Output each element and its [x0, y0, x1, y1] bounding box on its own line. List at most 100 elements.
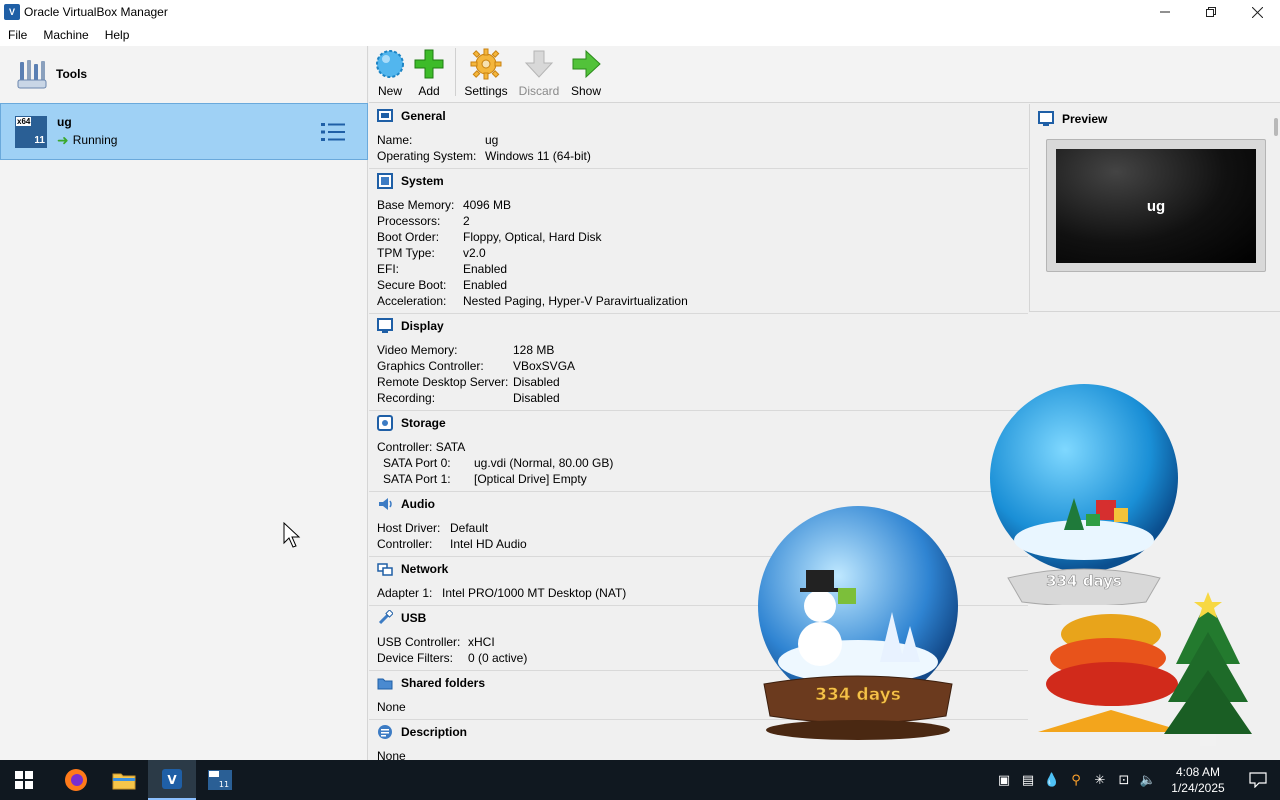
file-explorer-taskbar-button[interactable] [100, 760, 148, 800]
detail-key: Acceleration: [377, 294, 447, 308]
section-usb: USB USB Controller: xHCI Device Filters: 0… [369, 606, 1028, 671]
new-label: New [377, 84, 402, 98]
machine-list-panel: Tools x64 11 ug ➜ Running [0, 46, 368, 760]
menu-machine[interactable]: Machine [35, 28, 96, 42]
audio-icon [377, 496, 393, 512]
clock[interactable]: 4:08 AM 1/24/2025 [1160, 764, 1236, 796]
vm-window-taskbar-button[interactable]: 11 [196, 760, 244, 800]
preview-pane: Preview ug [1029, 104, 1280, 312]
close-button[interactable] [1234, 0, 1280, 24]
detail-value: 128 MB [513, 343, 555, 357]
section-storage: Storage Controller: SATA SATA Port 0: ug.… [369, 411, 1028, 492]
detail-value: [Optical Drive] Empty [474, 472, 587, 486]
detail-row: None [377, 748, 1028, 760]
preview-frame: ug [1046, 139, 1266, 272]
detail-row: Name: ug [377, 132, 1028, 148]
detail-row: Host Driver: Default [377, 520, 1028, 536]
add-button[interactable]: Add [409, 48, 449, 102]
section-title[interactable]: System [401, 174, 444, 188]
preview-screen: ug [1056, 149, 1256, 263]
virtualbox-icon: V [162, 769, 182, 789]
mouse-cursor-icon [283, 522, 301, 548]
menu-help[interactable]: Help [97, 28, 138, 42]
menu-file[interactable]: File [0, 28, 35, 42]
detail-key: Processors: [377, 214, 441, 228]
discard-arrow-icon [523, 48, 555, 80]
preview-screen-label: ug [1146, 197, 1166, 215]
settings-button[interactable]: Settings [462, 48, 510, 102]
network-status-icon[interactable]: ⊡ [1112, 760, 1136, 800]
detail-row: Recording: Disabled [377, 390, 1028, 406]
show-button[interactable]: Show [568, 48, 604, 102]
settings-label: Settings [464, 84, 508, 98]
section-title[interactable]: Audio [401, 497, 435, 511]
general-icon [377, 108, 393, 124]
section-title[interactable]: General [401, 109, 446, 123]
tray-snowflake-icon[interactable]: ✳ [1088, 760, 1112, 800]
main-toolbar: New Add Settings Discard Show [369, 46, 1280, 103]
start-button[interactable] [0, 760, 48, 800]
vm-list-item-ug[interactable]: x64 11 ug ➜ Running [0, 103, 368, 160]
vm-details-menu-icon[interactable] [321, 122, 345, 142]
section-title[interactable]: USB [401, 611, 426, 625]
vm-window-icon: 11 [208, 770, 232, 790]
title-bar: V Oracle VirtualBox Manager [0, 0, 1280, 24]
detail-value: 2 [463, 214, 470, 228]
restore-button[interactable] [1188, 0, 1234, 24]
tray-drop-icon[interactable]: 💧 [1040, 760, 1064, 800]
detail-value: Disabled [513, 375, 560, 389]
detail-value: 0 (0 active) [468, 651, 528, 665]
usb-icon [377, 610, 393, 626]
section-title[interactable]: Display [401, 319, 444, 333]
preview-title[interactable]: Preview [1062, 112, 1107, 126]
detail-key: EFI: [377, 262, 400, 276]
os-arch-badge: x64 [16, 116, 32, 126]
detail-key: Boot Order: [377, 230, 440, 244]
detail-row: SATA Port 0: ug.vdi (Normal, 80.00 GB) [377, 455, 1028, 471]
settings-gear-icon [470, 48, 502, 80]
detail-key: Secure Boot: [377, 278, 447, 292]
display-icon [377, 318, 393, 334]
clock-time: 4:08 AM [1175, 765, 1221, 779]
discard-label: Discard [518, 84, 560, 98]
menu-bar: File Machine Help [0, 24, 1280, 46]
windows-logo-icon [15, 771, 33, 789]
discard-button[interactable]: Discard [510, 48, 568, 102]
new-button[interactable]: New [371, 48, 409, 102]
firefox-taskbar-button[interactable] [52, 760, 100, 800]
section-title[interactable]: Shared folders [401, 676, 485, 690]
detail-key: Controller: [377, 537, 433, 551]
volume-icon[interactable]: 🔈 [1136, 760, 1160, 800]
taskbar: V 11 ▣ ▤ 💧 ⚲ ✳ ⊡ 🔈 4:08 AM 1/24/2025 [0, 760, 1280, 800]
section-network: Network Adapter 1: Intel PRO/1000 MT Desk… [369, 557, 1028, 606]
detail-key: Video Memory: [377, 343, 458, 357]
section-title[interactable]: Storage [401, 416, 446, 430]
tray-search-icon[interactable]: ⚲ [1064, 760, 1088, 800]
detail-key: None [377, 700, 406, 714]
detail-row: Remote Desktop Server: Disabled [377, 374, 1028, 390]
detail-value: Intel HD Audio [450, 537, 527, 551]
detail-value: v2.0 [463, 246, 486, 260]
tools-item[interactable]: Tools [0, 46, 367, 102]
minimize-icon [1160, 11, 1170, 13]
detail-row: Acceleration: Nested Paging, Hyper-V Para… [377, 293, 1028, 309]
virtualbox-taskbar-button[interactable]: V [148, 760, 196, 800]
tools-label: Tools [56, 67, 88, 81]
right-empty-area [1029, 313, 1280, 760]
tray-truck-icon[interactable]: ▤ [1016, 760, 1040, 800]
svg-text:V: V [167, 773, 177, 787]
tray-app-icon[interactable]: ▣ [992, 760, 1016, 800]
detail-value: ug.vdi (Normal, 80.00 GB) [474, 456, 614, 470]
detail-value: Enabled [463, 262, 508, 276]
scrollbar-thumb[interactable] [1274, 118, 1278, 136]
detail-value: ug [485, 133, 499, 147]
notification-center-button[interactable] [1236, 760, 1280, 800]
minimize-button[interactable] [1142, 0, 1188, 24]
detail-row: Processors: 2 [377, 213, 1028, 229]
detail-value: VBoxSVGA [513, 359, 576, 373]
section-title[interactable]: Network [401, 562, 448, 576]
detail-key: Recording: [377, 391, 436, 405]
description-icon [377, 724, 393, 740]
add-label: Add [418, 84, 440, 98]
section-title[interactable]: Description [401, 725, 467, 739]
